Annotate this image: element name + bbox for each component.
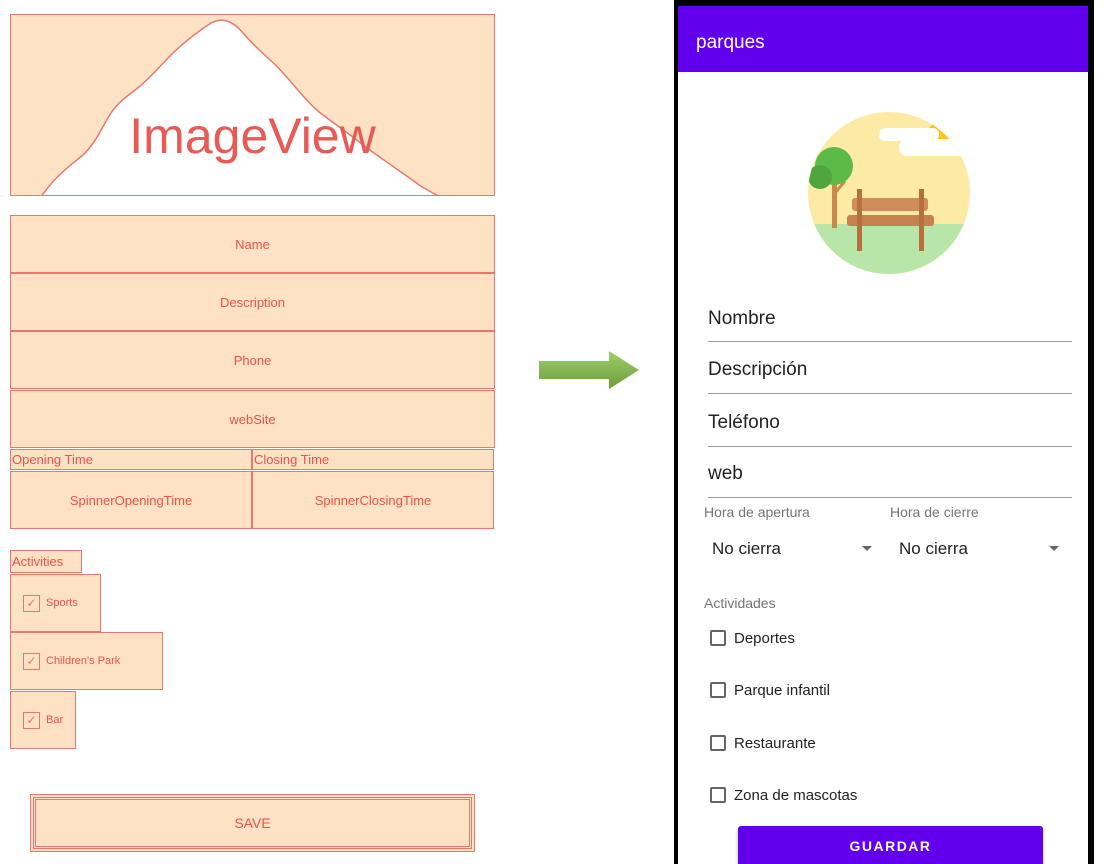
checkbox-unchecked-icon bbox=[710, 735, 726, 751]
blueprint-checkbox-label: Bar bbox=[46, 714, 64, 726]
activities-label: Actividades bbox=[704, 595, 776, 611]
blueprint-description-field: Description bbox=[10, 273, 495, 331]
blueprint-checkbox-bar: ✓ Bar bbox=[10, 691, 76, 749]
blueprint-closing-time-label: Closing Time bbox=[252, 449, 494, 470]
checkbox-label: Zona de mascotas bbox=[734, 786, 858, 804]
checkbox-unchecked-icon bbox=[710, 682, 726, 698]
park-bench-icon bbox=[808, 112, 970, 274]
blueprint-name-field: Name bbox=[10, 215, 495, 273]
guardar-button[interactable]: GUARDAR bbox=[738, 826, 1043, 864]
blueprint-activities-label: Activities bbox=[10, 550, 82, 573]
right-arrow-icon bbox=[539, 351, 639, 389]
blueprint-imageview: ImageView bbox=[10, 14, 495, 196]
checkbox-checked-icon: ✓ bbox=[23, 594, 40, 612]
blueprint-website-field: webSite bbox=[10, 390, 495, 448]
blueprint-checkbox-label: Children's Park bbox=[46, 655, 121, 667]
blueprint-spinner-closing: SpinnerClosingTime bbox=[252, 471, 494, 529]
descripcion-field[interactable]: Descripción bbox=[708, 359, 1072, 394]
blueprint-checkbox-sports: ✓ Sports bbox=[10, 574, 101, 632]
web-field[interactable]: web bbox=[708, 463, 1072, 498]
blueprint-checkbox-childrens-park: ✓ Children's Park bbox=[10, 632, 163, 690]
checkbox-restaurante[interactable]: Restaurante bbox=[710, 732, 816, 754]
blueprint-opening-time-label: Opening Time bbox=[10, 449, 252, 470]
checkbox-label: Parque infantil bbox=[734, 681, 830, 699]
app-title: parques bbox=[696, 32, 765, 53]
closing-time-spinner[interactable]: No cierra bbox=[899, 539, 1059, 563]
checkbox-parque-infantil[interactable]: Parque infantil bbox=[710, 679, 830, 701]
checkbox-unchecked-icon bbox=[710, 787, 726, 803]
checkbox-label: Restaurante bbox=[734, 734, 816, 752]
opening-time-spinner[interactable]: No cierra bbox=[712, 539, 872, 563]
checkbox-checked-icon: ✓ bbox=[23, 711, 40, 729]
telefono-field[interactable]: Teléfono bbox=[708, 412, 1072, 447]
blueprint-phone-field: Phone bbox=[10, 331, 495, 389]
mountain-placeholder-icon bbox=[41, 19, 439, 195]
nombre-field[interactable]: Nombre bbox=[708, 308, 1072, 342]
blueprint-save-button: SAVE bbox=[30, 794, 475, 852]
checkbox-unchecked-icon bbox=[710, 630, 726, 646]
opening-time-label: Hora de apertura bbox=[704, 504, 810, 520]
blueprint-checkbox-label: Sports bbox=[46, 597, 78, 609]
app-bar: parques bbox=[678, 6, 1088, 72]
opening-time-value: No cierra bbox=[712, 539, 781, 558]
checkbox-deportes[interactable]: Deportes bbox=[710, 627, 795, 649]
dropdown-arrow-icon bbox=[1049, 546, 1059, 551]
imageview-label: ImageView bbox=[129, 108, 376, 164]
dropdown-arrow-icon bbox=[862, 546, 872, 551]
app-screen: parques Nombre Descripción Teléfono web … bbox=[678, 6, 1088, 864]
checkbox-checked-icon: ✓ bbox=[23, 652, 40, 670]
closing-time-value: No cierra bbox=[899, 539, 968, 558]
checkbox-label: Deportes bbox=[734, 629, 795, 647]
checkbox-zona-de-mascotas[interactable]: Zona de mascotas bbox=[710, 784, 857, 806]
closing-time-label: Hora de cierre bbox=[890, 504, 979, 520]
blueprint-spinner-opening: SpinnerOpeningTime bbox=[10, 471, 252, 529]
